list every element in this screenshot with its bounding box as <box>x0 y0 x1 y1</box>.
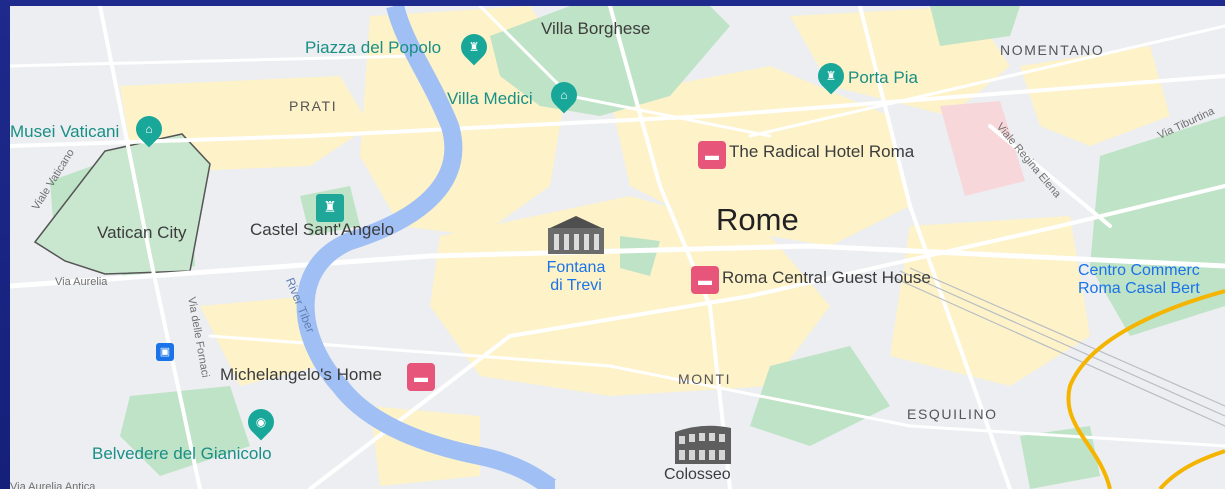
musei-vaticani-label[interactable]: Musei Vaticani <box>10 122 119 142</box>
roma-central-label[interactable]: Roma Central Guest House <box>722 268 931 288</box>
bus-stop-icon[interactable]: ▣ <box>156 343 174 361</box>
villa-borghese-label[interactable]: Villa Borghese <box>541 19 650 39</box>
centro-label-line1: Centro Commerc <box>1078 262 1200 279</box>
belvedere-label[interactable]: Belvedere del Gianicolo <box>92 444 272 464</box>
villa-medici-label[interactable]: Villa Medici <box>447 89 533 109</box>
castel-santangelo-label[interactable]: Castel Sant'Angelo <box>250 220 394 240</box>
colosseo-landmark-icon[interactable] <box>671 422 735 466</box>
colosseo-label[interactable]: Colosseo <box>664 466 731 484</box>
window-frame: ♜ ⌂ ♜ ⌂ ◉ ♜ ▬ ▬ ▬ ▣ Piazza del Popolo Vi… <box>0 0 1225 489</box>
piazza-del-popolo-label[interactable]: Piazza del Popolo <box>305 38 441 58</box>
centro-commerciale-label[interactable]: Centro Commerc Roma Casal Bert <box>1078 262 1200 297</box>
michelangelo-home-hotel-icon[interactable]: ▬ <box>407 363 435 391</box>
castel-santangelo-icon[interactable]: ♜ <box>316 194 344 222</box>
vatican-city-label[interactable]: Vatican City <box>97 223 186 243</box>
centro-label-line2: Roma Casal Bert <box>1078 279 1200 297</box>
fontana-di-trevi-landmark-icon[interactable] <box>544 212 608 258</box>
via-aurelia-label: Via Aurelia <box>55 276 108 288</box>
monti-district-label: MONTI <box>678 371 732 387</box>
nomentano-district-label: NOMENTANO <box>1000 42 1105 58</box>
city-label: Rome <box>716 202 799 237</box>
fontana-label-line1: Fontana <box>546 259 606 276</box>
michelangelo-home-label[interactable]: Michelangelo's Home <box>220 365 382 385</box>
fontana-di-trevi-label[interactable]: Fontana di Trevi <box>541 259 611 294</box>
prati-district-label: PRATI <box>289 98 338 114</box>
via-aurelia-antica-label: Via Aurelia Antica <box>10 481 96 489</box>
esquilino-district-label: ESQUILINO <box>907 406 998 422</box>
radical-hotel-label[interactable]: The Radical Hotel Roma <box>729 142 914 162</box>
map-canvas[interactable]: ♜ ⌂ ♜ ⌂ ◉ ♜ ▬ ▬ ▬ ▣ Piazza del Popolo Vi… <box>10 6 1225 489</box>
porta-pia-label[interactable]: Porta Pia <box>848 68 918 88</box>
roma-central-hotel-icon[interactable]: ▬ <box>691 266 719 294</box>
map-base-layer <box>10 6 1225 489</box>
radical-hotel-icon[interactable]: ▬ <box>698 141 726 169</box>
fontana-label-line2: di Trevi <box>550 276 602 294</box>
